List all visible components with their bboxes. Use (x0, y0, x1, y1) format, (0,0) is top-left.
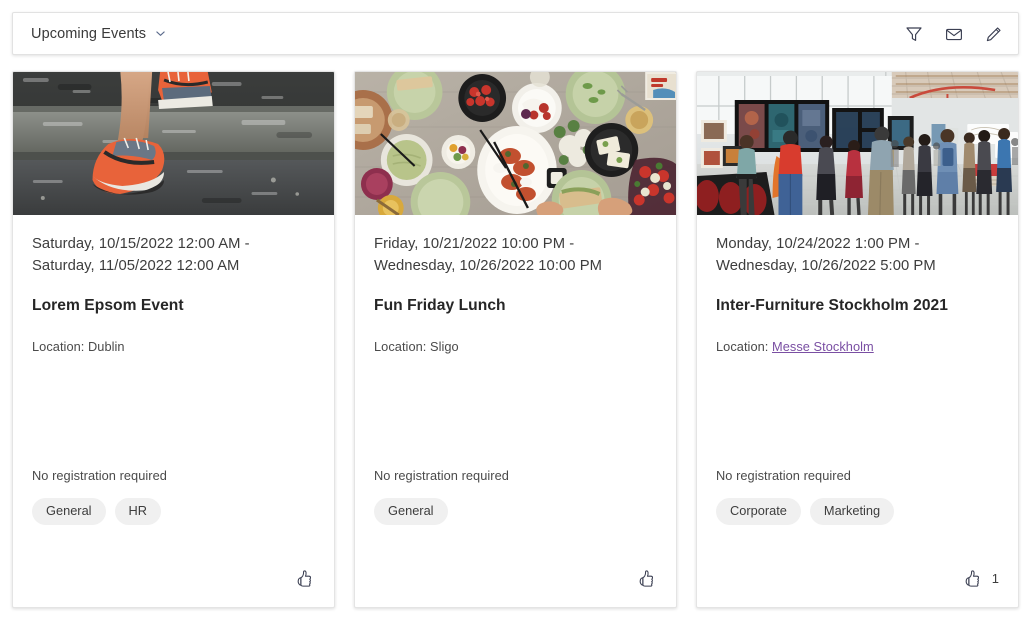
chevron-down-icon[interactable] (155, 28, 166, 39)
event-location-label: Location: (374, 339, 427, 354)
thumbs-up-icon[interactable] (962, 568, 983, 589)
event-tag[interactable]: General (374, 498, 448, 525)
event-date-range: Friday, 10/21/2022 10:00 PM - Wednesday,… (374, 236, 602, 274)
event-card-body: Friday, 10/21/2022 10:00 PM - Wednesday,… (355, 215, 676, 549)
page-header: Upcoming Events (12, 12, 1019, 55)
food-table-flatlay-photo (355, 72, 676, 215)
event-tags: General (374, 498, 657, 525)
event-date-range: Monday, 10/24/2022 1:00 PM - Wednesday, … (716, 236, 936, 274)
header-actions (904, 24, 1004, 44)
event-card-body: Saturday, 10/15/2022 12:00 AM - Saturday… (13, 215, 334, 549)
event-tag[interactable]: Marketing (809, 498, 895, 525)
event-card-footer (13, 549, 334, 607)
card-spacer (374, 355, 657, 468)
event-card[interactable]: Monday, 10/24/2022 1:00 PM - Wednesday, … (696, 71, 1019, 608)
filter-icon[interactable] (904, 24, 924, 44)
registration-status: No registration required (374, 468, 509, 483)
registration-status: No registration required (32, 468, 167, 483)
event-location: Location: Dublin (32, 338, 315, 355)
upcoming-events-dropdown[interactable]: Upcoming Events (31, 26, 166, 42)
thumbs-up-icon[interactable] (294, 568, 315, 589)
card-spacer (32, 355, 315, 468)
event-cards-container: Saturday, 10/15/2022 12:00 AM - Saturday… (12, 71, 1019, 608)
registration-status: No registration required (716, 468, 851, 483)
event-card[interactable]: Saturday, 10/15/2022 12:00 AM - Saturday… (12, 71, 335, 608)
event-title: Inter-Furniture Stockholm 2021 (716, 297, 948, 314)
event-location-value: Dublin (88, 339, 125, 354)
thumbs-up-icon[interactable] (636, 568, 657, 589)
event-location-value: Sligo (430, 339, 459, 354)
event-tags: Corporate Marketing (716, 498, 999, 525)
event-card-footer: 1 (697, 549, 1018, 607)
card-spacer (716, 355, 999, 468)
events-page: Upcoming Events Saturday, 10/15/2022 12:… (0, 0, 1031, 621)
event-title: Lorem Epsom Event (32, 297, 184, 314)
event-location: Location: Messe Stockholm (716, 338, 999, 355)
page-title: Upcoming Events (31, 25, 147, 42)
edit-icon[interactable] (984, 24, 1004, 44)
event-title: Fun Friday Lunch (374, 297, 506, 314)
event-card-footer (355, 549, 676, 607)
event-tag[interactable]: HR (114, 498, 162, 525)
event-card[interactable]: Friday, 10/21/2022 10:00 PM - Wednesday,… (354, 71, 677, 608)
event-tag[interactable]: Corporate (716, 498, 801, 525)
event-card-body: Monday, 10/24/2022 1:00 PM - Wednesday, … (697, 215, 1018, 549)
event-location-label: Location: (32, 339, 85, 354)
event-tags: General HR (32, 498, 315, 525)
running-shoes-on-stairs-photo (13, 72, 334, 215)
like-count: 1 (991, 570, 999, 586)
event-date-range: Saturday, 10/15/2022 12:00 AM - Saturday… (32, 236, 250, 274)
event-tag[interactable]: General (32, 498, 106, 525)
art-exhibition-hall-photo (697, 72, 1018, 215)
event-location-link[interactable]: Messe Stockholm (772, 339, 874, 354)
mail-icon[interactable] (944, 24, 964, 44)
event-location-label: Location: (716, 339, 769, 354)
event-location: Location: Sligo (374, 338, 657, 355)
